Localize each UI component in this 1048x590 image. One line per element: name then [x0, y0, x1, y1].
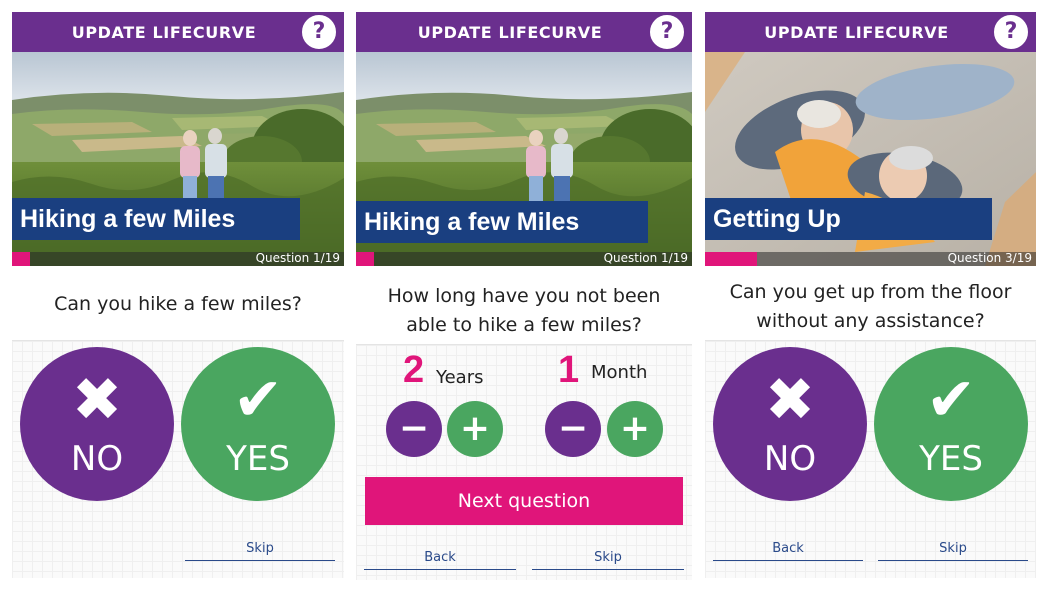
- activity-title: Hiking a few Miles: [356, 201, 648, 243]
- answer-area: ✖ NO ✔ YES Back Skip: [705, 340, 1036, 578]
- months-minus-button[interactable]: −: [545, 401, 601, 457]
- years-minus-button[interactable]: −: [386, 401, 442, 457]
- question-counter: Question 1/19: [603, 251, 688, 265]
- years-value: 2: [403, 349, 425, 391]
- years-unit: Years: [436, 367, 484, 388]
- help-icon: ?: [1004, 19, 1018, 44]
- screen-hiking-yes-no: UPDATE LIFECURVE ? Hiking a few Miles Qu…: [12, 12, 344, 580]
- activity-title: Getting Up: [705, 198, 992, 240]
- skip-link[interactable]: Skip: [185, 541, 335, 561]
- answer-area: 2 Years − + 1 Month − +: [356, 344, 692, 580]
- cross-icon: ✖: [71, 365, 123, 435]
- question-counter: Question 1/19: [255, 251, 340, 265]
- question-text: How long have you not been able to hike …: [356, 282, 692, 340]
- months-plus-button[interactable]: +: [607, 401, 663, 457]
- help-icon: ?: [660, 19, 674, 44]
- yes-button[interactable]: ✔ YES: [874, 347, 1028, 501]
- minus-icon: −: [398, 408, 430, 449]
- months-value: 1: [558, 349, 580, 391]
- question-line-2: without any assistance?: [756, 310, 985, 332]
- minus-icon: −: [557, 408, 589, 449]
- question-text: Can you get up from the floor without an…: [705, 278, 1036, 336]
- skip-link[interactable]: Skip: [532, 550, 684, 570]
- checkmark-icon: ✔: [925, 365, 977, 435]
- progress-fill: [356, 252, 374, 266]
- header-title: UPDATE LIFECURVE: [417, 22, 603, 42]
- months-unit: Month: [591, 362, 648, 383]
- plus-icon: +: [459, 408, 491, 449]
- yes-label: YES: [226, 439, 290, 479]
- no-button[interactable]: ✖ NO: [20, 347, 174, 501]
- no-label: NO: [763, 439, 817, 479]
- question-line-1: How long have you not been: [387, 285, 661, 307]
- activity-title: Hiking a few Miles: [12, 198, 300, 240]
- header-title: UPDATE LIFECURVE: [71, 22, 257, 42]
- progress-bar: Question 3/19: [705, 251, 1036, 266]
- question-line-2: able to hike a few miles?: [406, 314, 642, 336]
- back-link[interactable]: Back: [364, 550, 516, 570]
- plus-icon: +: [619, 408, 651, 449]
- question-text: Can you hike a few miles?: [54, 293, 302, 315]
- question-counter: Question 3/19: [947, 251, 1032, 265]
- screen-getting-up: UPDATE LIFECURVE ? Getting Up Question 3…: [705, 12, 1036, 580]
- cross-icon: ✖: [764, 365, 816, 435]
- help-button[interactable]: ?: [994, 15, 1028, 49]
- progress-bar: Question 1/19: [356, 251, 692, 266]
- answer-area: ✖ NO ✔ YES Skip: [12, 340, 344, 578]
- app-header: UPDATE LIFECURVE ?: [12, 12, 344, 52]
- help-button[interactable]: ?: [302, 15, 336, 49]
- help-button[interactable]: ?: [650, 15, 684, 49]
- years-plus-button[interactable]: +: [447, 401, 503, 457]
- progress-bar: Question 1/19: [12, 251, 344, 266]
- help-icon: ?: [312, 19, 326, 44]
- next-question-button[interactable]: Next question: [365, 477, 683, 525]
- app-header: UPDATE LIFECURVE ?: [705, 12, 1036, 52]
- back-link[interactable]: Back: [713, 541, 863, 561]
- screen-hiking-duration: UPDATE LIFECURVE ? Hiking a few Miles Qu…: [356, 12, 692, 580]
- checkmark-icon: ✔: [232, 365, 284, 435]
- no-button[interactable]: ✖ NO: [713, 347, 867, 501]
- yes-label: YES: [919, 439, 983, 479]
- no-label: NO: [70, 439, 124, 479]
- question-line-1: Can you get up from the floor: [729, 281, 1012, 303]
- progress-fill: [12, 252, 30, 266]
- app-header: UPDATE LIFECURVE ?: [356, 12, 692, 52]
- progress-fill: [705, 252, 758, 266]
- header-title: UPDATE LIFECURVE: [764, 22, 949, 42]
- yes-button[interactable]: ✔ YES: [181, 347, 335, 501]
- skip-link[interactable]: Skip: [878, 541, 1028, 561]
